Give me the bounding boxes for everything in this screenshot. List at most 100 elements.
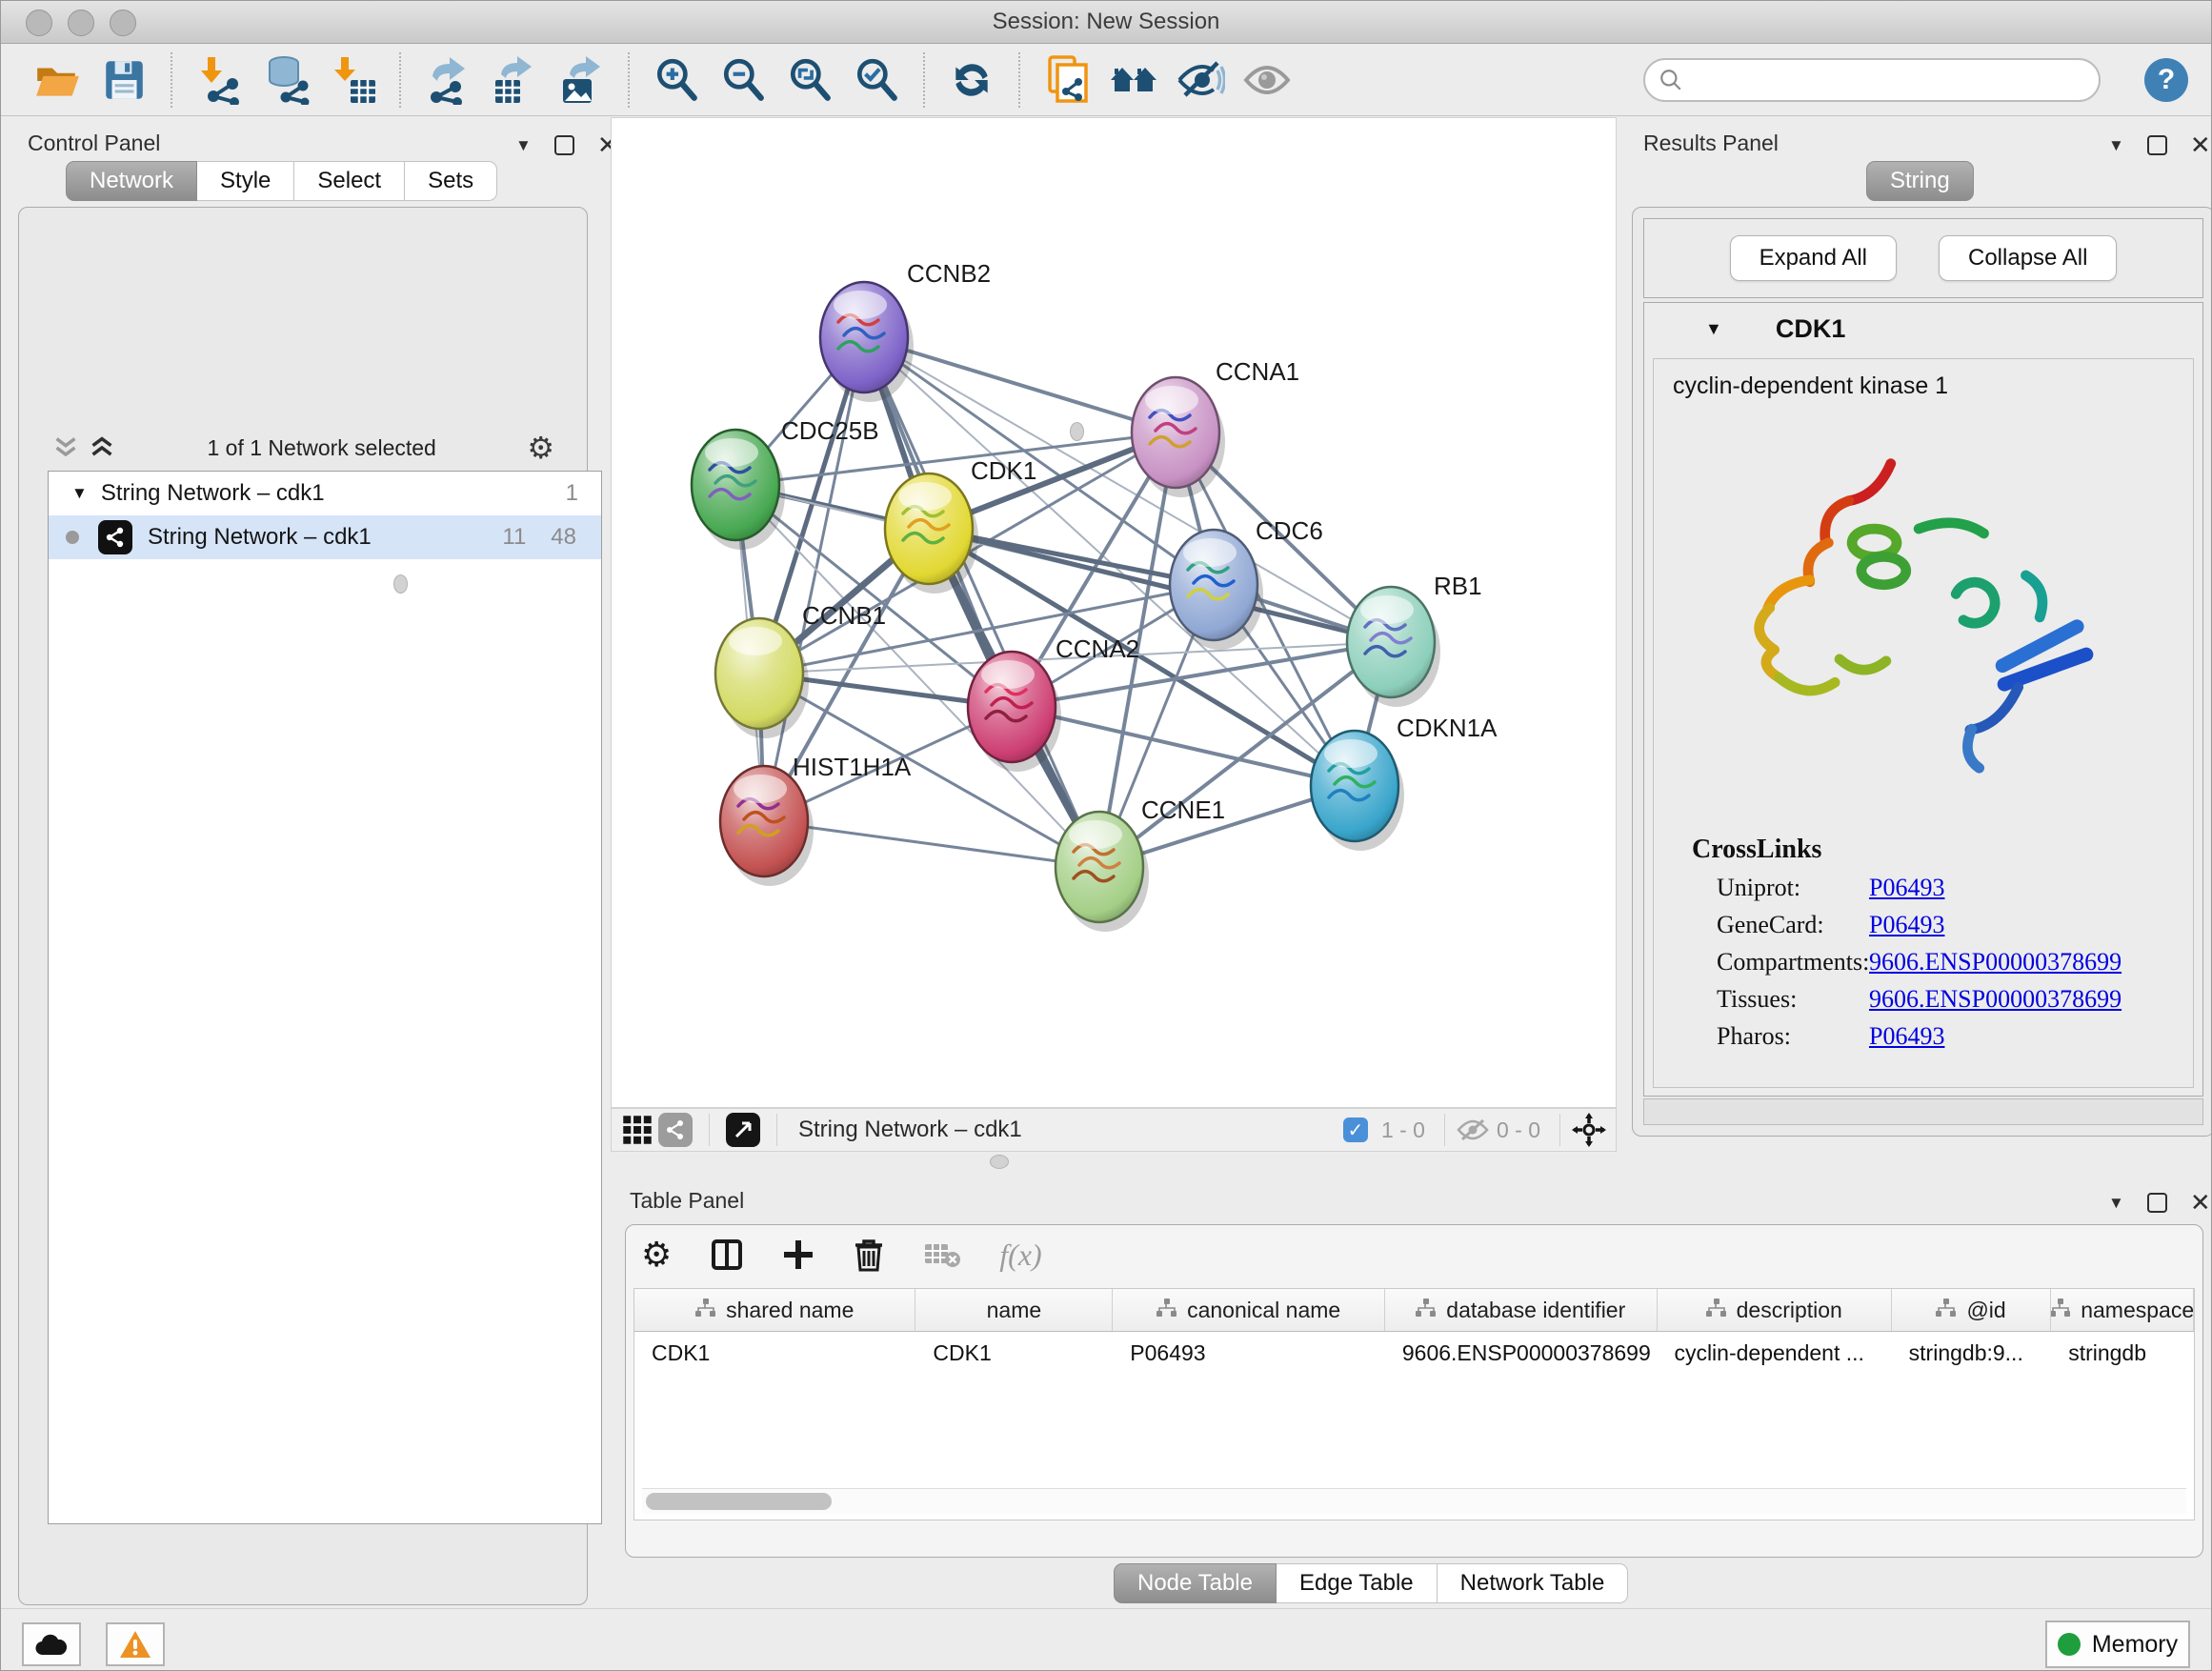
splitter-knob[interactable]: [1070, 422, 1084, 441]
search-input[interactable]: [1693, 66, 2085, 94]
cloud-icon: [34, 1632, 69, 1657]
selected-items-checkbox-icon[interactable]: ✓: [1343, 1117, 1368, 1142]
export-image-icon[interactable]: [556, 55, 606, 105]
export-network-icon[interactable]: [423, 55, 473, 105]
open-session-icon[interactable]: [32, 55, 82, 105]
node-ccna1[interactable]: CCNA1: [1132, 357, 1299, 497]
column-header-namespace[interactable]: namespace: [2051, 1289, 2194, 1331]
pan-crosshair-icon[interactable]: [1572, 1113, 1606, 1147]
network-canvas[interactable]: CCNB2CCNA1CDC25BCDK1CDC6RB1CCNB1CCNA2CDK…: [611, 117, 1617, 1108]
zoom-fit-icon[interactable]: [785, 55, 835, 105]
tab-network[interactable]: Network: [66, 161, 197, 201]
show-all-eye-icon[interactable]: [1242, 55, 1292, 105]
edge-CCNB2-HIST1H1A[interactable]: [764, 337, 864, 821]
node-cdc6[interactable]: CDC6: [1170, 516, 1323, 650]
tab-sets[interactable]: Sets: [405, 161, 497, 201]
node-ccne1[interactable]: CCNE1: [1056, 795, 1225, 932]
add-column-icon[interactable]: [782, 1238, 814, 1271]
tab-select[interactable]: Select: [294, 161, 405, 201]
network-options-gear-icon[interactable]: ⚙: [527, 430, 554, 466]
expand-all-button[interactable]: Expand All: [1730, 235, 1897, 281]
apply-layout-icon[interactable]: [947, 55, 996, 105]
network-collection-row[interactable]: ▼ String Network – cdk1 1: [49, 472, 601, 515]
node-label-cdkn1a: CDKN1A: [1397, 714, 1498, 742]
column-header-name[interactable]: name: [915, 1289, 1113, 1331]
show-columns-icon[interactable]: [710, 1238, 744, 1272]
results-panel-scrollbar[interactable]: [1643, 1098, 2203, 1125]
panel-close-icon[interactable]: ✕: [2190, 131, 2211, 160]
node-ccnb2[interactable]: CCNB2: [820, 259, 991, 402]
cloud-button[interactable]: [22, 1622, 81, 1666]
new-network-from-selection-icon[interactable]: [1042, 55, 1092, 105]
node-rb1[interactable]: RB1: [1347, 572, 1482, 707]
scrollbar-thumb[interactable]: [646, 1493, 832, 1510]
node-ccna2[interactable]: CCNA2: [968, 634, 1139, 772]
crosslink-label-pharos-: Pharos:: [1717, 1022, 1869, 1051]
crosslink-value-genecard-[interactable]: P06493: [1869, 911, 1944, 939]
edge-HIST1H1A-CCNE1[interactable]: [764, 821, 1099, 867]
hide-selected-eye-slash-icon[interactable]: [1176, 55, 1225, 105]
tab-edge-table[interactable]: Edge Table: [1277, 1563, 1438, 1603]
help-button[interactable]: ?: [2144, 58, 2188, 102]
warnings-button[interactable]: [106, 1622, 165, 1666]
network-view-icon[interactable]: [658, 1113, 693, 1147]
node-cdkn1a[interactable]: CDKN1A: [1311, 714, 1498, 851]
collapse-all-icon[interactable]: [51, 435, 80, 460]
node-cdc25b[interactable]: CDC25B: [692, 416, 879, 550]
search-box[interactable]: [1643, 58, 2101, 102]
zoom-out-icon[interactable]: [718, 55, 768, 105]
save-session-icon[interactable]: [99, 55, 149, 105]
column-header--id[interactable]: @id: [1892, 1289, 2051, 1331]
node-ccnb1[interactable]: CCNB1: [715, 601, 886, 738]
crosslink-value-compartments-[interactable]: 9606.ENSP00000378699: [1869, 948, 2122, 976]
control-panel-title: Control Panel: [28, 131, 160, 156]
panel-menu-icon[interactable]: ▼: [2108, 1194, 2124, 1213]
panel-menu-icon[interactable]: ▼: [515, 136, 532, 155]
column-header-description[interactable]: description: [1658, 1289, 1892, 1331]
import-network-file-icon[interactable]: [194, 55, 244, 105]
expand-all-icon[interactable]: [88, 435, 116, 460]
column-header-database-identifier[interactable]: database identifier: [1385, 1289, 1658, 1331]
crosslink-value-tissues-[interactable]: 9606.ENSP00000378699: [1869, 985, 2122, 1014]
control-panel-tabs: NetworkStyleSelectSets: [66, 161, 497, 201]
sitemap-icon: [1936, 1298, 1957, 1323]
panel-menu-icon[interactable]: ▼: [2108, 136, 2124, 155]
tab-string[interactable]: String: [1866, 161, 1974, 201]
node-hist1h1a[interactable]: HIST1H1A: [720, 753, 912, 886]
crosslink-value-pharos-[interactable]: P06493: [1869, 1022, 1944, 1051]
panel-close-icon[interactable]: ✕: [2190, 1188, 2211, 1218]
gene-expander-icon[interactable]: ▼: [1705, 319, 1722, 339]
zoom-selected-icon[interactable]: [852, 55, 901, 105]
column-header-shared-name[interactable]: shared name: [634, 1289, 915, 1331]
sitemap-icon: [2051, 1298, 2071, 1323]
panel-float-icon[interactable]: [2147, 1193, 2167, 1213]
delete-column-icon[interactable]: [853, 1238, 885, 1272]
import-table-icon[interactable]: [328, 55, 377, 105]
two-houses-icon[interactable]: [1109, 55, 1158, 105]
tab-node-table[interactable]: Node Table: [1114, 1563, 1277, 1603]
table-horizontal-scrollbar[interactable]: [642, 1488, 2186, 1514]
splitter-knob[interactable]: [393, 574, 408, 594]
splitter-knob[interactable]: [990, 1155, 1009, 1169]
grid-view-icon[interactable]: [621, 1114, 654, 1146]
zoom-in-icon[interactable]: [652, 55, 701, 105]
export-table-icon[interactable]: [490, 55, 539, 105]
panel-float-icon[interactable]: [2147, 135, 2167, 155]
tab-network-table[interactable]: Network Table: [1438, 1563, 1629, 1603]
column-header-canonical-name[interactable]: canonical name: [1113, 1289, 1385, 1331]
tree-expander-icon[interactable]: ▼: [71, 484, 88, 503]
import-network-database-icon[interactable]: [261, 55, 311, 105]
edge-CCNB2-CCNE1[interactable]: [864, 337, 1099, 867]
panel-float-icon[interactable]: [554, 135, 574, 155]
tab-style[interactable]: Style: [197, 161, 294, 201]
table-row[interactable]: CDK1CDK1P064939606.ENSP00000378699cyclin…: [634, 1332, 2194, 1374]
table-settings-gear-icon[interactable]: ⚙: [641, 1235, 672, 1275]
crosslink-value-uniprot-[interactable]: P06493: [1869, 874, 1944, 902]
gene-header[interactable]: ▼ CDK1: [1644, 303, 2202, 354]
memory-button[interactable]: Memory: [2045, 1621, 2190, 1668]
edge-CCNA2-CDKN1A[interactable]: [1012, 707, 1355, 786]
warning-icon: [119, 1630, 151, 1659]
collapse-all-button[interactable]: Collapse All: [1939, 235, 2117, 281]
network-row[interactable]: String Network – cdk1 11 48: [49, 515, 601, 559]
birds-eye-view-icon[interactable]: [726, 1113, 760, 1147]
